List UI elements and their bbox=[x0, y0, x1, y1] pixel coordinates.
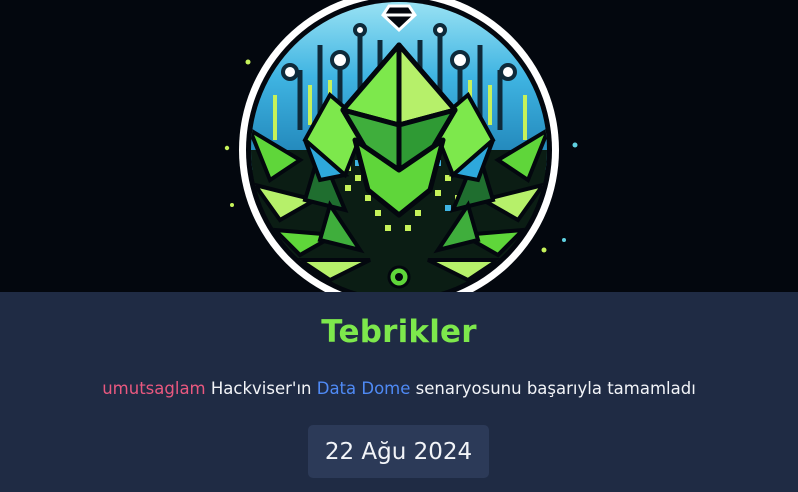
badge-hero bbox=[0, 0, 798, 292]
completion-message: umutsaglam Hackviser'ın Data Dome senary… bbox=[0, 379, 798, 398]
date-text: 22 Ağu 2024 bbox=[324, 438, 473, 465]
completion-date: 22 Ağu 2024 bbox=[308, 425, 489, 478]
certificate-content: Tebrikler umutsaglam Hackviser'ın Data D… bbox=[0, 292, 798, 492]
message-text-before: Hackviser'ın bbox=[205, 379, 317, 398]
scenario-link[interactable]: Data Dome bbox=[317, 379, 411, 398]
message-text-after: senaryosunu başarıyla tamamladı bbox=[410, 379, 696, 398]
username-link[interactable]: umutsaglam bbox=[102, 379, 205, 398]
data-dome-badge-icon bbox=[224, 0, 578, 292]
certificate-card: Tebrikler umutsaglam Hackviser'ın Data D… bbox=[0, 0, 798, 492]
congrats-title: Tebrikler bbox=[321, 314, 477, 350]
